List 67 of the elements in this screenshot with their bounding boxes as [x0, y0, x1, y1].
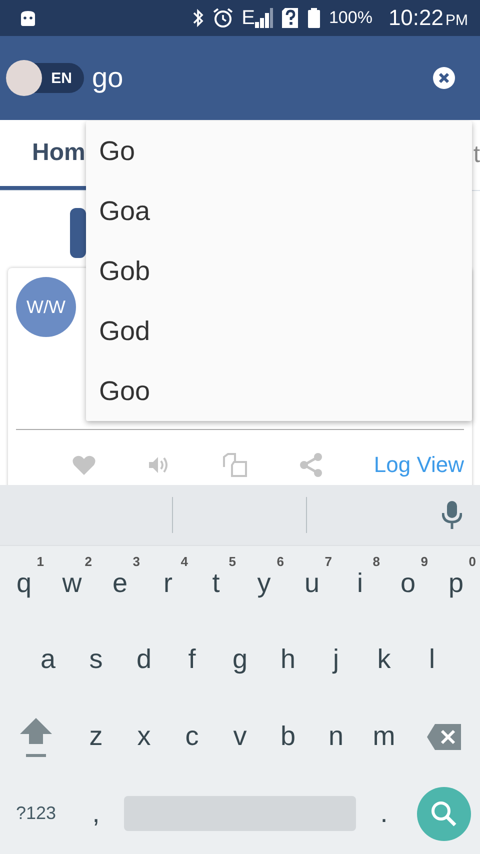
tab[interactable]: t — [473, 120, 480, 190]
key[interactable]: s — [72, 621, 120, 698]
key[interactable]: y — [257, 568, 271, 599]
key[interactable]: b — [264, 698, 312, 775]
suggestion-item[interactable]: Goo — [86, 361, 472, 421]
key[interactable]: k — [360, 621, 408, 698]
key[interactable]: e — [112, 568, 128, 599]
bluetooth-icon — [192, 8, 204, 28]
microphone-icon[interactable] — [442, 500, 462, 530]
backspace-key-icon[interactable] — [426, 722, 462, 750]
signal-icon — [254, 7, 273, 29]
key-hint: 3 — [132, 554, 140, 569]
key-hint: 0 — [468, 554, 476, 569]
key[interactable]: a — [24, 621, 72, 698]
key[interactable]: o — [400, 568, 416, 599]
clock: 10:22 — [388, 5, 444, 31]
avatar: W/W — [16, 277, 76, 337]
key[interactable]: c — [168, 698, 216, 775]
key-hint: 2 — [84, 554, 92, 569]
key[interactable]: x — [120, 698, 168, 775]
heart-icon[interactable] — [72, 454, 96, 476]
action-button[interactable] — [70, 208, 86, 258]
key-hint: 5 — [228, 554, 236, 569]
key[interactable]: j — [312, 621, 360, 698]
symbols-key[interactable]: ?123 — [0, 775, 72, 852]
language-toggle[interactable]: EN — [6, 63, 84, 93]
suggestion-item[interactable]: Go — [86, 121, 472, 181]
key[interactable]: h — [264, 621, 312, 698]
key[interactable]: d — [120, 621, 168, 698]
key-hint: 1 — [36, 554, 44, 569]
key[interactable]: , — [72, 775, 120, 852]
suggestion-item[interactable]: Goa — [86, 181, 472, 241]
key-hint: 9 — [420, 554, 428, 569]
key[interactable]: r — [164, 568, 172, 599]
key[interactable]: p — [448, 568, 464, 599]
key[interactable]: m — [360, 698, 408, 775]
key-hint: 7 — [324, 554, 332, 569]
network-type: E — [242, 6, 255, 30]
key[interactable]: n — [312, 698, 360, 775]
battery-level: 100% — [328, 8, 372, 28]
search-input[interactable]: go — [92, 62, 424, 94]
clock-period: PM — [446, 12, 468, 29]
key-hint: 6 — [276, 554, 284, 569]
share-icon[interactable] — [298, 453, 323, 477]
key[interactable]: t — [212, 568, 220, 599]
alarm-icon — [212, 7, 234, 29]
clear-icon[interactable] — [432, 66, 456, 90]
copy-icon[interactable] — [222, 453, 248, 477]
key[interactable]: w — [62, 568, 82, 599]
key[interactable]: f — [168, 621, 216, 698]
search-key-icon[interactable] — [417, 786, 471, 840]
suggestion-item[interactable]: God — [86, 301, 472, 361]
key[interactable]: u — [304, 568, 320, 599]
key-hint: 8 — [372, 554, 380, 569]
key[interactable]: q — [16, 568, 32, 599]
suggestion-item[interactable]: Gob — [86, 241, 472, 301]
battery-icon — [306, 7, 321, 29]
key-hint: 4 — [180, 554, 188, 569]
key[interactable]: v — [216, 698, 264, 775]
shift-key-icon[interactable] — [19, 716, 53, 758]
sim-card-icon — [280, 7, 299, 29]
key[interactable]: z — [72, 698, 120, 775]
key[interactable]: . — [360, 775, 408, 852]
search-bar[interactable]: EN go — [0, 36, 480, 120]
key[interactable]: i — [357, 568, 363, 599]
key[interactable]: l — [408, 621, 456, 698]
key[interactable]: g — [216, 621, 264, 698]
